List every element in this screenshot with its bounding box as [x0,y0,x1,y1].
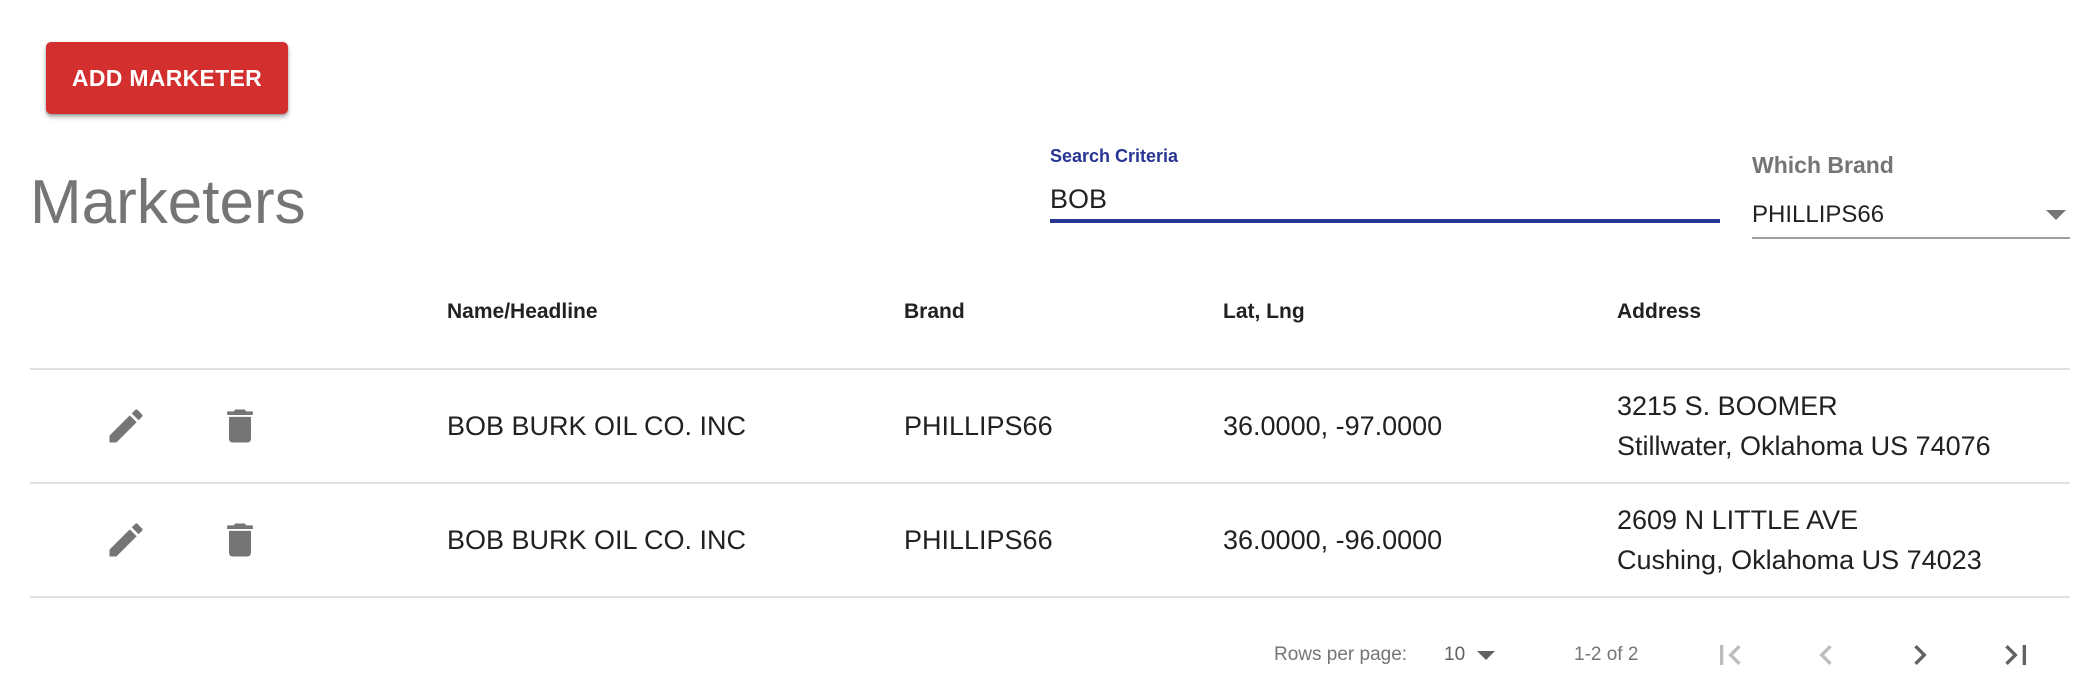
cell-address: 3215 S. BOOMER Stillwater, Oklahoma US 7… [1617,370,1991,482]
cell-latlng: 36.0000, -97.0000 [1223,410,1443,441]
chevron-right-icon [1914,645,1927,665]
table-header: Name/Headline Brand Lat, Lng Address [30,278,2070,370]
table-row: BOB BURK OIL CO. INC PHILLIPS66 36.0000,… [30,370,2070,484]
pencil-icon [109,409,143,443]
rows-per-page-value: 10 [1444,644,1466,665]
search-input[interactable] [1050,179,1720,223]
brand-filter: Which Brand PHILLIPS66 [1752,152,2070,239]
edit-button[interactable] [104,518,148,562]
brand-filter-label: Which Brand [1752,152,1894,178]
address-line1: 2609 N LITTLE AVE [1617,505,1859,535]
page-title: Marketers [30,168,306,237]
next-page-button[interactable] [1900,630,1940,680]
cell-address: 2609 N LITTLE AVE Cushing, Oklahoma US 7… [1617,484,1982,596]
marketers-page: ADD MARKETER Marketers Search Criteria W… [0,0,2084,694]
dropdown-arrow-icon [2046,210,2066,220]
delete-button[interactable] [218,518,262,562]
rows-per-page-label: Rows per page: [1274,644,1408,665]
trash-icon [227,523,253,557]
cell-brand: PHILLIPS66 [904,524,1053,555]
previous-page-button[interactable] [1806,630,1846,680]
pagination: Rows per page: 10 1-2 of 2 [0,630,2084,680]
last-page-button[interactable] [1996,630,2036,680]
table-row: BOB BURK OIL CO. INC PHILLIPS66 36.0000,… [30,484,2070,598]
address-line2: Cushing, Oklahoma US 74023 [1617,545,1982,575]
cell-brand: PHILLIPS66 [904,410,1053,441]
brand-select[interactable]: PHILLIPS66 [1752,193,2070,239]
column-header-brand[interactable]: Brand [904,300,965,324]
column-header-name[interactable]: Name/Headline [447,300,598,324]
search-label: Search Criteria [1050,146,1179,166]
add-marketer-button[interactable]: ADD MARKETER [46,42,288,114]
cell-name: BOB BURK OIL CO. INC [447,410,747,441]
search-field: Search Criteria [1050,146,1720,223]
delete-button[interactable] [218,404,262,448]
marketers-table: Name/Headline Brand Lat, Lng Address BOB… [30,278,2070,598]
cell-name: BOB BURK OIL CO. INC [447,524,747,555]
first-page-button[interactable] [1710,630,1750,680]
dropdown-arrow-icon [1477,650,1496,660]
cell-latlng: 36.0000, -96.0000 [1223,524,1443,555]
column-header-latlng[interactable]: Lat, Lng [1223,300,1305,324]
page-range: 1-2 of 2 [1574,644,1639,665]
edit-button[interactable] [104,404,148,448]
column-header-address[interactable]: Address [1617,300,1701,324]
trash-icon [227,409,253,443]
brand-select-value: PHILLIPS66 [1752,201,1885,228]
pencil-icon [109,523,143,557]
address-line2: Stillwater, Oklahoma US 74076 [1617,431,1991,461]
rows-per-page-select[interactable]: 10 [1444,630,1496,680]
last-page-icon [2005,645,2026,665]
address-line1: 3215 S. BOOMER [1617,391,1838,421]
first-page-icon [1720,645,1741,665]
chevron-left-icon [1819,645,1832,665]
